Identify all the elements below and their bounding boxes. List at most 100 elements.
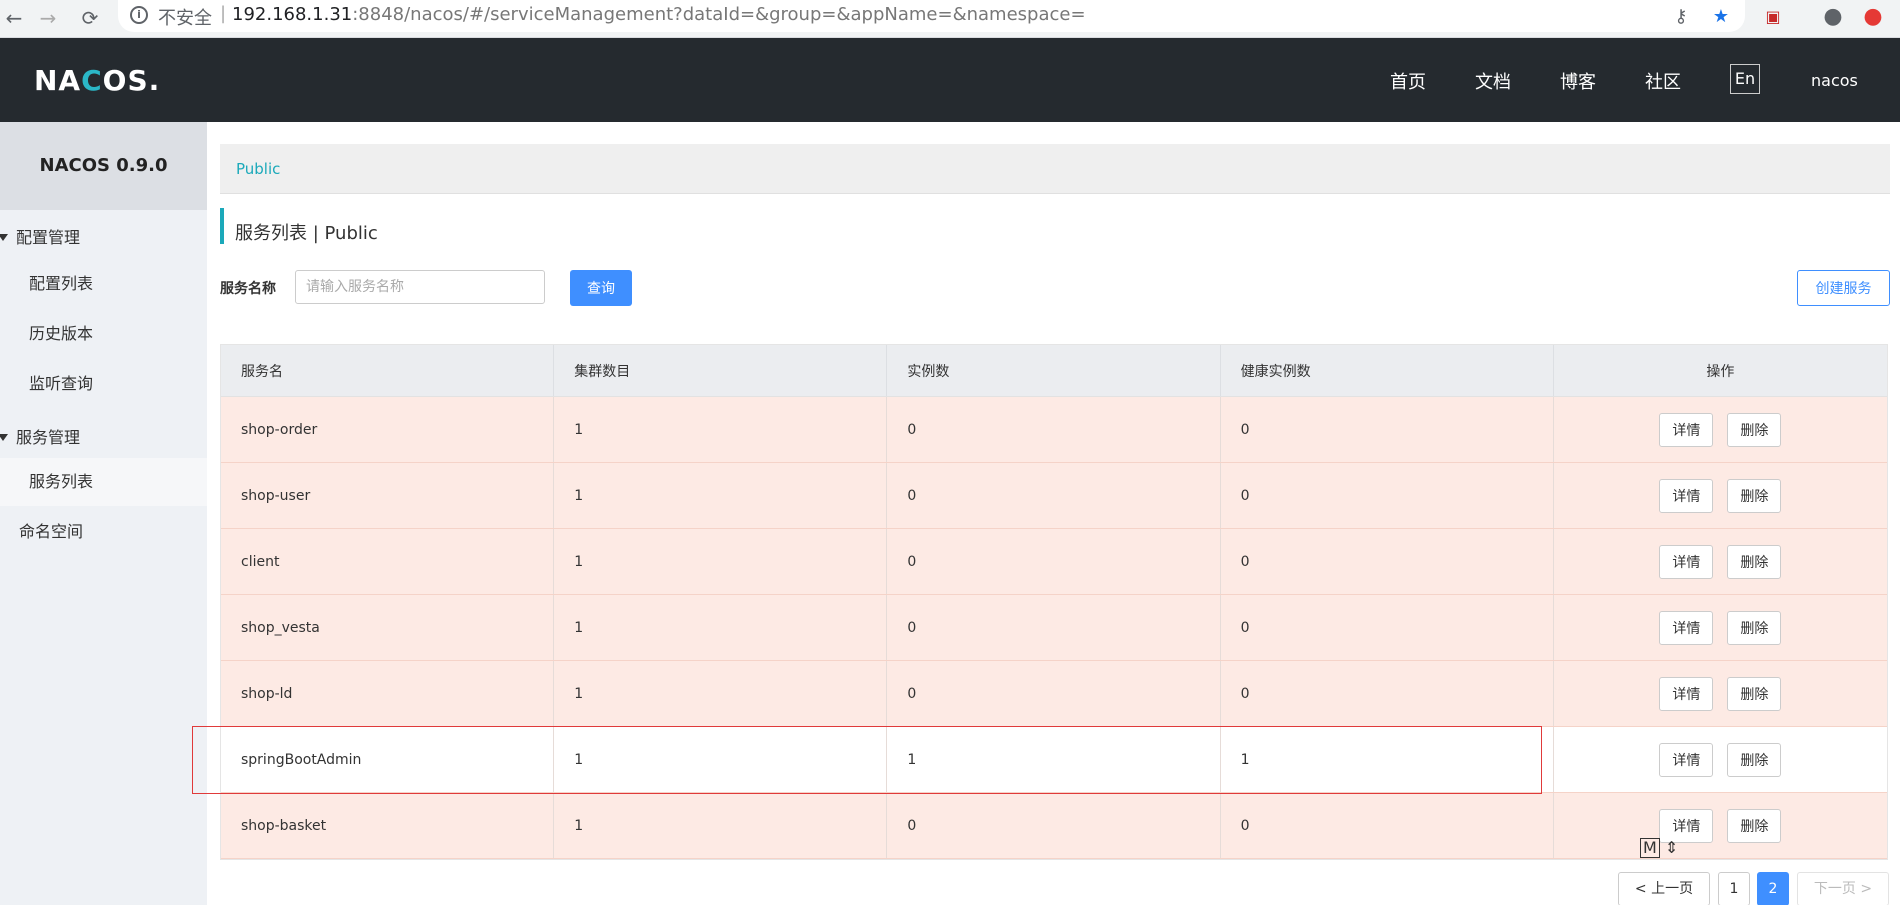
- app-header: [0, 38, 1900, 122]
- service-name: shop-ld: [221, 661, 555, 726]
- key-icon[interactable]: ⚷: [1668, 4, 1694, 30]
- detail-button[interactable]: 详情: [1659, 610, 1714, 645]
- sidebar-item-config-list[interactable]: 配置列表: [0, 260, 207, 308]
- nav-docs[interactable]: 文档: [1475, 68, 1511, 94]
- sidebar-title: NACOS 0.9.0: [0, 122, 207, 210]
- delete-button[interactable]: 删除: [1727, 478, 1782, 513]
- sidebar-item-history[interactable]: 历史版本: [0, 310, 207, 358]
- cluster-count: 1: [554, 661, 888, 726]
- info-icon[interactable]: i: [130, 6, 148, 24]
- page-title: 服务列表 | Public: [235, 223, 378, 244]
- table-row: shop_vesta 1 0 0 详情 删除: [221, 595, 1887, 661]
- floating-toolbar[interactable]: M ⇕: [1634, 838, 1690, 864]
- sidebar-group-service[interactable]: 服务管理: [0, 424, 80, 448]
- nav-blog[interactable]: 博客: [1560, 68, 1596, 94]
- detail-button[interactable]: 详情: [1659, 676, 1714, 711]
- delete-button[interactable]: 删除: [1727, 676, 1782, 711]
- table-row: springBootAdmin 1 1 1 详情 删除: [221, 727, 1887, 793]
- row-actions: 详情 删除: [1554, 397, 1887, 462]
- row-actions: 详情 删除: [1554, 727, 1887, 792]
- service-table: 服务名 集群数目 实例数 健康实例数 操作 shop-order 1 0 0 详…: [220, 344, 1888, 860]
- delete-button[interactable]: 删除: [1727, 412, 1782, 447]
- nacos-logo[interactable]: NACOS.: [34, 64, 160, 97]
- nav-home[interactable]: 首页: [1390, 68, 1426, 94]
- extension-icon[interactable]: ▣: [1760, 4, 1786, 30]
- user-name[interactable]: nacos: [1811, 71, 1858, 90]
- row-actions: 详情 删除: [1554, 463, 1887, 528]
- healthy-count: 0: [1221, 463, 1554, 528]
- caret-down-icon: [0, 234, 8, 241]
- account-icon[interactable]: ●: [1820, 4, 1846, 30]
- table-row: shop-ld 1 0 0 详情 删除: [221, 661, 1887, 727]
- service-name: client: [221, 529, 555, 594]
- sidebar-group-config[interactable]: 配置管理: [0, 224, 80, 248]
- service-name: springBootAdmin: [221, 727, 555, 792]
- row-actions: 详情 删除: [1554, 793, 1887, 858]
- reload-icon[interactable]: ⟳: [76, 4, 104, 32]
- row-actions: 详情 删除: [1554, 529, 1887, 594]
- healthy-count: 1: [1221, 727, 1554, 792]
- instance-count: 0: [887, 463, 1221, 528]
- table-row: shop-order 1 0 0 详情 删除: [221, 397, 1887, 463]
- language-toggle[interactable]: En: [1730, 64, 1760, 94]
- row-actions: 详情 删除: [1554, 661, 1887, 726]
- healthy-count: 0: [1221, 397, 1554, 462]
- forward-icon[interactable]: →: [34, 4, 62, 32]
- sort-arrows-icon[interactable]: ⇕: [1665, 838, 1678, 857]
- namespace-bar: Public: [220, 144, 1890, 194]
- url-separator: |: [220, 3, 227, 24]
- page-1-button[interactable]: 1: [1718, 872, 1750, 905]
- header-healthy: 健康实例数: [1221, 345, 1554, 396]
- url-text[interactable]: 192.168.1.31:8848/nacos/#/serviceManagem…: [232, 4, 1086, 25]
- query-button[interactable]: 查询: [570, 270, 632, 306]
- sidebar-item-listener[interactable]: 监听查询: [0, 360, 207, 408]
- healthy-count: 0: [1221, 793, 1554, 858]
- cluster-count: 1: [554, 463, 888, 528]
- delete-button[interactable]: 删除: [1727, 544, 1782, 579]
- service-name: shop-basket: [221, 793, 555, 858]
- m-toolbar-icon[interactable]: M: [1640, 838, 1660, 858]
- detail-button[interactable]: 详情: [1659, 742, 1714, 777]
- detail-button[interactable]: 详情: [1659, 544, 1714, 579]
- sidebar-item-namespace[interactable]: 命名空间: [0, 508, 207, 556]
- insecure-label: 不安全: [158, 8, 212, 29]
- instance-count: 0: [887, 397, 1221, 462]
- page-2-button[interactable]: 2: [1757, 872, 1789, 905]
- header-actions: 操作: [1706, 363, 1735, 380]
- sidebar: NACOS 0.9.0 配置管理 配置列表 历史版本 监听查询 服务管理 服务列…: [0, 122, 207, 905]
- instance-count: 1: [887, 727, 1221, 792]
- header-service-name: 服务名: [221, 345, 555, 396]
- back-icon[interactable]: ←: [0, 4, 28, 32]
- title-accent-bar: [220, 208, 224, 244]
- prev-page-button[interactable]: < 上一页: [1618, 872, 1710, 905]
- namespace-public[interactable]: Public: [236, 160, 280, 178]
- create-service-button[interactable]: 创建服务: [1797, 270, 1890, 306]
- next-page-button[interactable]: 下一页 >: [1797, 872, 1889, 905]
- sidebar-item-service-list[interactable]: 服务列表: [0, 458, 207, 506]
- cluster-count: 1: [554, 793, 888, 858]
- cluster-count: 1: [554, 595, 888, 660]
- logo-text-accent: C: [81, 64, 103, 97]
- detail-button[interactable]: 详情: [1659, 478, 1714, 513]
- star-icon[interactable]: ★: [1708, 4, 1734, 30]
- delete-button[interactable]: 删除: [1727, 808, 1782, 843]
- cluster-count: 1: [554, 529, 888, 594]
- service-name: shop-user: [221, 463, 555, 528]
- healthy-count: 0: [1221, 661, 1554, 726]
- header-clusters: 集群数目: [554, 345, 888, 396]
- instance-count: 0: [887, 529, 1221, 594]
- delete-button[interactable]: 删除: [1727, 742, 1782, 777]
- detail-button[interactable]: 详情: [1659, 412, 1714, 447]
- url-path: :8848/nacos/#/serviceManagement?dataId=&…: [352, 4, 1086, 25]
- service-name-input[interactable]: [295, 270, 545, 304]
- cluster-count: 1: [554, 727, 888, 792]
- caret-down-icon: [0, 434, 8, 441]
- browser-toolbar: ← → ⟳ i 不安全 | 192.168.1.31:8848/nacos/#/…: [0, 0, 1900, 38]
- table-row: shop-user 1 0 0 详情 删除: [221, 463, 1887, 529]
- service-name: shop-order: [221, 397, 555, 462]
- service-name-label: 服务名称: [220, 281, 276, 297]
- url-host: 192.168.1.31: [232, 4, 353, 25]
- nav-community[interactable]: 社区: [1645, 68, 1681, 94]
- delete-button[interactable]: 删除: [1727, 610, 1782, 645]
- update-icon[interactable]: ●: [1860, 4, 1886, 30]
